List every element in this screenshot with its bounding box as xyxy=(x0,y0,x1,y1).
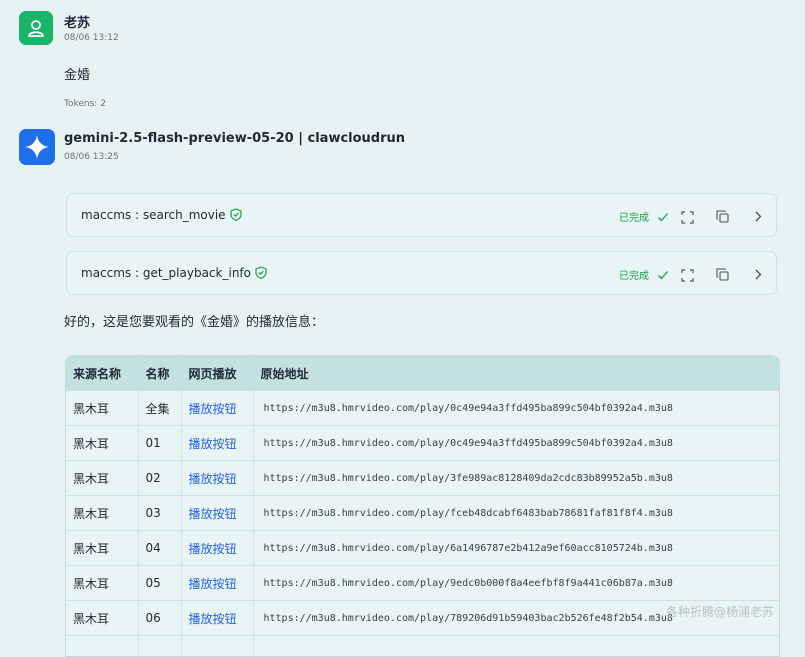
bot-avatar xyxy=(19,129,55,165)
cell-url: https://m3u8.hmrvideo.com/play/0c49e94a3… xyxy=(253,426,779,461)
cell-url: https://m3u8.hmrvideo.com/play/0c49e94a3… xyxy=(253,391,779,426)
cell-name xyxy=(138,636,181,657)
tool-call-label: maccms : get_playback_info xyxy=(81,266,267,282)
user-timestamp: 08/06 13:12 xyxy=(64,33,119,43)
copy-icon[interactable] xyxy=(716,266,729,285)
tool-name: maccms : search_movie xyxy=(81,208,226,222)
cell-play: 播放按钮 xyxy=(181,461,253,496)
copy-icon[interactable] xyxy=(716,208,729,227)
cell-url: https://m3u8.hmrvideo.com/play/6a1496787… xyxy=(253,531,779,566)
cell-play xyxy=(181,636,253,657)
watermark: 各种折腾@杨浦老苏 xyxy=(666,603,774,620)
chevron-right-icon[interactable] xyxy=(752,208,764,227)
table-row: 黑木耳全集播放按钮 https://m3u8.hmrvideo.com/play/… xyxy=(66,391,779,426)
status-completed: 已完成 xyxy=(619,209,649,224)
play-button-link[interactable]: 播放按钮 xyxy=(189,612,237,626)
cell-play: 播放按钮 xyxy=(181,531,253,566)
cell-url xyxy=(253,636,779,657)
cell-source: 黑木耳 xyxy=(66,496,138,531)
fullscreen-icon[interactable] xyxy=(681,267,694,286)
check-icon xyxy=(657,208,669,227)
cell-play: 播放按钮 xyxy=(181,601,253,636)
cell-source: 黑木耳 xyxy=(66,426,138,461)
cell-name: 04 xyxy=(138,531,181,566)
user-avatar xyxy=(19,11,53,45)
cell-play: 播放按钮 xyxy=(181,426,253,461)
bot-timestamp: 08/06 13:25 xyxy=(64,152,119,162)
header-web-play: 网页播放 xyxy=(181,356,253,391)
play-button-link[interactable]: 播放按钮 xyxy=(189,542,237,556)
cell-source: 黑木耳 xyxy=(66,601,138,636)
tool-name: maccms : get_playback_info xyxy=(81,266,251,280)
header-source: 来源名称 xyxy=(66,356,138,391)
tool-call-search-movie[interactable]: maccms : search_movie 已完成 xyxy=(66,193,777,237)
user-name: 老苏 xyxy=(64,12,90,31)
bot-name: gemini-2.5-flash-preview-05-20 | clawclo… xyxy=(64,131,405,146)
shield-check-icon xyxy=(255,266,267,282)
cell-source: 黑木耳 xyxy=(66,391,138,426)
gemini-sparkle-icon xyxy=(23,133,51,161)
table-row: 黑木耳03 播放按钮 https://m3u8.hmrvideo.com/play/… xyxy=(66,496,779,531)
cell-play: 播放按钮 xyxy=(181,391,253,426)
table-row: 黑木耳02 播放按钮 https://m3u8.hmrvideo.com/play/… xyxy=(66,461,779,496)
cell-play: 播放按钮 xyxy=(181,566,253,601)
header-original-url: 原始地址 xyxy=(253,356,779,391)
play-button-link[interactable]: 播放按钮 xyxy=(189,507,237,521)
check-icon xyxy=(657,266,669,285)
chevron-right-icon[interactable] xyxy=(752,266,764,285)
cell-source: 黑木耳 xyxy=(66,461,138,496)
tool-call-get-playback-info[interactable]: maccms : get_playback_info 已完成 xyxy=(66,251,777,295)
play-button-link[interactable]: 播放按钮 xyxy=(189,402,237,416)
cell-name: 02 xyxy=(138,461,181,496)
cell-url: https://m3u8.hmrvideo.com/play/9edc0b000… xyxy=(253,566,779,601)
cell-source: 黑木耳 xyxy=(66,566,138,601)
cell-name: 06 xyxy=(138,601,181,636)
intro-text: 好的，这是您要观看的《金婚》的播放信息： xyxy=(64,311,324,330)
shield-check-icon xyxy=(230,208,242,224)
status-completed: 已完成 xyxy=(619,267,649,282)
tool-call-label: maccms : search_movie xyxy=(81,208,242,224)
table-row: 黑木耳04 播放按钮 https://m3u8.hmrvideo.com/play/… xyxy=(66,531,779,566)
fullscreen-icon[interactable] xyxy=(681,209,694,228)
user-message-text: 金婚 xyxy=(64,64,90,83)
cell-name: 03 xyxy=(138,496,181,531)
cell-source xyxy=(66,636,138,657)
play-button-link[interactable]: 播放按钮 xyxy=(189,472,237,486)
table-row xyxy=(66,636,779,657)
play-button-link[interactable]: 播放按钮 xyxy=(189,577,237,591)
table-row: 黑木耳01 播放按钮 https://m3u8.hmrvideo.com/play/… xyxy=(66,426,779,461)
cell-name: 05 xyxy=(138,566,181,601)
cell-url: https://m3u8.hmrvideo.com/play/3fe989ac8… xyxy=(253,461,779,496)
cell-url: https://m3u8.hmrvideo.com/play/fceb48dca… xyxy=(253,496,779,531)
table-header-row: 来源名称 名称 网页播放 原始地址 xyxy=(66,356,779,391)
play-button-link[interactable]: 播放按钮 xyxy=(189,437,237,451)
cell-play: 播放按钮 xyxy=(181,496,253,531)
cell-name: 01 xyxy=(138,426,181,461)
header-name: 名称 xyxy=(138,356,181,391)
cell-source: 黑木耳 xyxy=(66,531,138,566)
cell-name: 全集 xyxy=(138,391,181,426)
table-row: 黑木耳05 播放按钮 https://m3u8.hmrvideo.com/play/… xyxy=(66,566,779,601)
user-icon xyxy=(26,18,46,38)
token-count: Tokens: 2 xyxy=(64,99,106,109)
